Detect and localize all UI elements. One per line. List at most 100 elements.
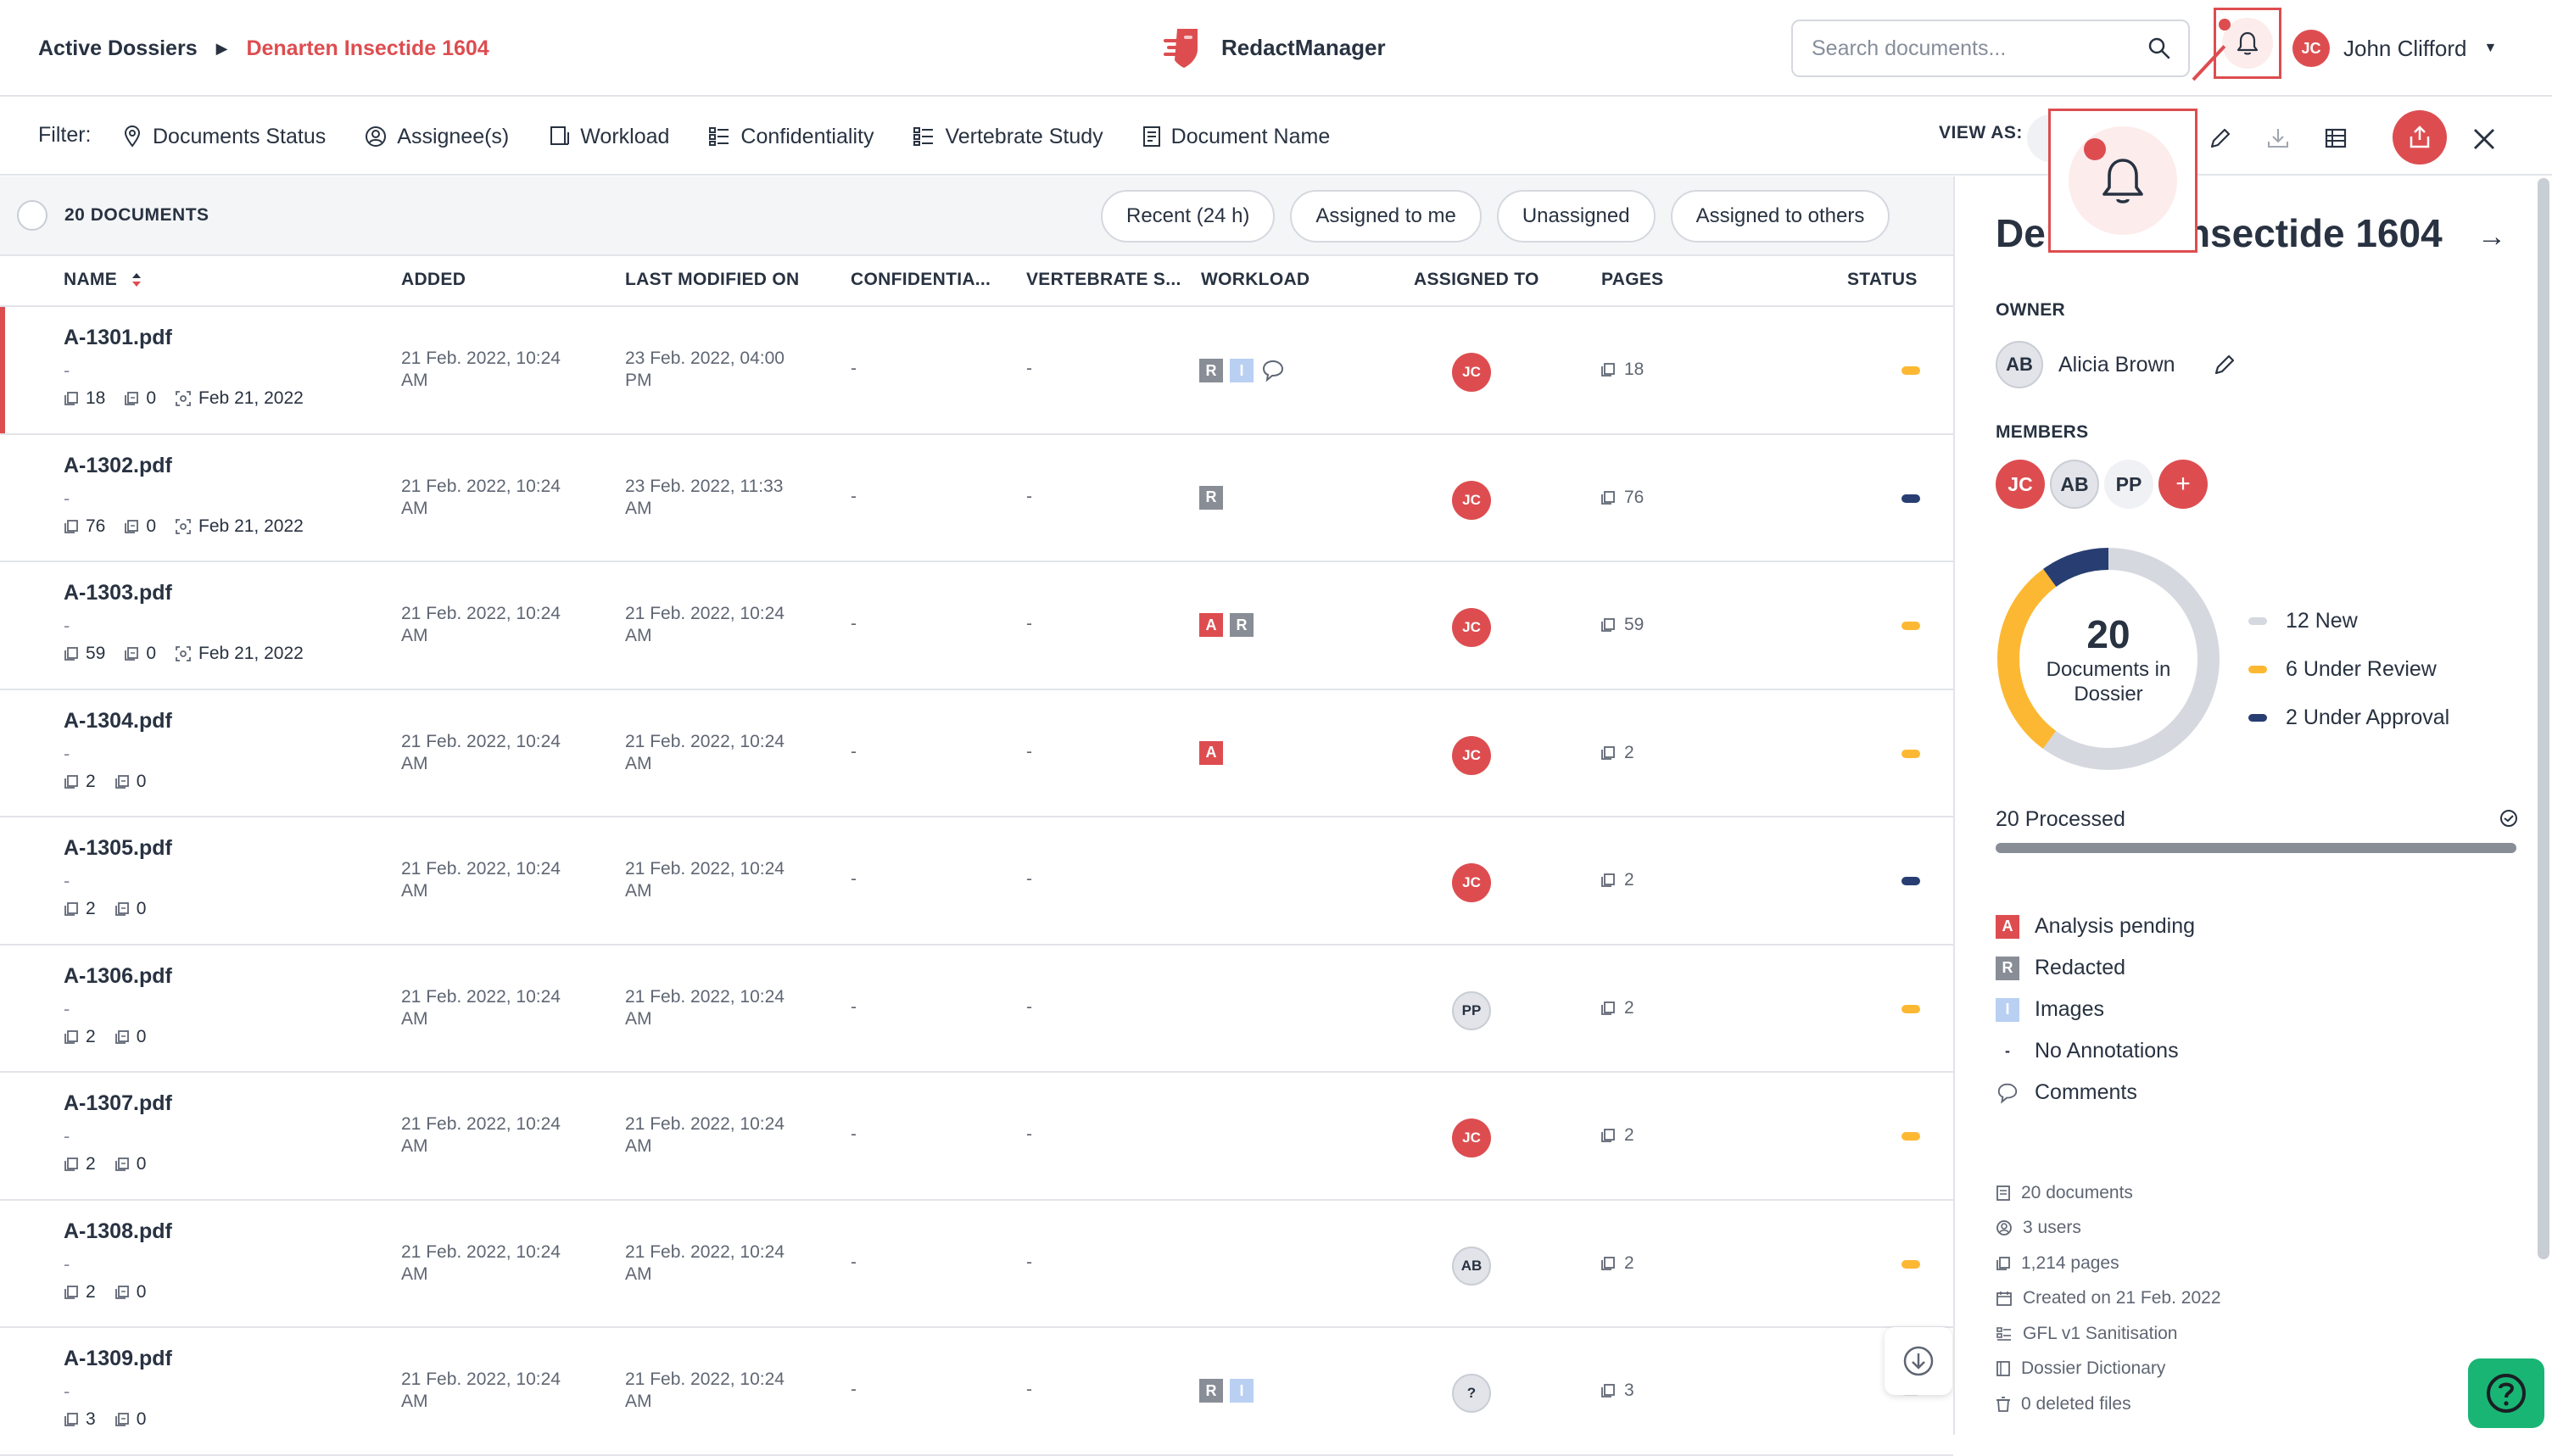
processed-label: 20 Processed xyxy=(1996,807,2125,831)
edit-button[interactable] xyxy=(2198,116,2242,160)
arrow-right-icon[interactable]: → xyxy=(2477,220,2506,254)
member-avatar[interactable]: JC xyxy=(1996,460,2045,509)
table-row[interactable]: A-1305.pdf - 2 0 21 Feb. 2022, 10:24 AM … xyxy=(0,817,1953,946)
assignee-avatar[interactable]: ? xyxy=(1452,1374,1491,1413)
brand-name: RedactManager xyxy=(1221,34,1386,60)
legend-item[interactable]: 12 New xyxy=(2248,597,2449,645)
notification-zoom-callout[interactable] xyxy=(2048,109,2197,253)
assignee-avatar[interactable]: JC xyxy=(1452,353,1491,392)
annotations-icon xyxy=(125,647,139,661)
column-name[interactable]: NAME xyxy=(64,270,142,290)
file-annotations: 0 xyxy=(136,1281,147,1302)
pencil-icon[interactable] xyxy=(2213,353,2236,377)
pages-cell: 2 xyxy=(1600,743,1634,763)
workload-legend-label: Images xyxy=(2035,997,2104,1021)
file-subtitle: - xyxy=(64,1125,70,1146)
file-name[interactable]: A-1301.pdf xyxy=(64,326,172,350)
filter-workload[interactable]: Workload xyxy=(548,118,669,155)
search-icon[interactable] xyxy=(2147,36,2171,60)
file-pages: 2 xyxy=(86,1281,96,1302)
export-icon xyxy=(2410,126,2430,148)
workload-legend-item: R Redacted xyxy=(1996,947,2195,989)
column-added[interactable]: ADDED xyxy=(401,270,466,290)
search-input[interactable] xyxy=(1810,35,2147,62)
file-name[interactable]: A-1303.pdf xyxy=(64,581,172,605)
filter-vertebrate-study[interactable]: Vertebrate Study xyxy=(913,118,1103,155)
quick-filter-recent[interactable]: Recent (24 h) xyxy=(1101,190,1276,243)
column-pages[interactable]: PAGES xyxy=(1601,270,1663,290)
filter-documents-status[interactable]: Documents Status xyxy=(122,118,326,155)
quick-filter-assigned-to-others[interactable]: Assigned to others xyxy=(1670,190,1890,243)
close-button[interactable] xyxy=(2462,117,2506,161)
scroll-down-button[interactable] xyxy=(1885,1327,1952,1395)
pages-icon xyxy=(64,647,78,661)
column-vertebrate-study[interactable]: VERTEBRATE S... xyxy=(1026,270,1181,290)
filter-confidentiality[interactable]: Confidentiality xyxy=(708,118,874,155)
legend-item[interactable]: 6 Under Review xyxy=(2248,645,2449,694)
file-name[interactable]: A-1307.pdf xyxy=(64,1091,172,1116)
filter-label: Filter: xyxy=(38,123,92,147)
table-row[interactable]: A-1308.pdf - 2 0 21 Feb. 2022, 10:24 AM … xyxy=(0,1201,1953,1328)
panel-scrollbar[interactable] xyxy=(2538,178,2549,1259)
column-last-modified[interactable]: LAST MODIFIED ON xyxy=(625,270,799,290)
list-icon xyxy=(913,127,934,146)
file-name[interactable]: A-1306.pdf xyxy=(64,964,172,989)
table-row[interactable]: A-1309.pdf - 3 0 21 Feb. 2022, 10:24 AM … xyxy=(0,1328,1953,1456)
workload-legend-label: Comments xyxy=(2035,1080,2137,1104)
breadcrumb-current-dossier[interactable]: Denarten Insectide 1604 xyxy=(246,36,489,61)
assignee-avatar[interactable]: JC xyxy=(1452,735,1491,775)
processed-progress-fill xyxy=(1996,843,2516,853)
confidentiality-value: - xyxy=(851,869,857,889)
assignee-avatar[interactable]: JC xyxy=(1452,480,1491,520)
assignee-avatar[interactable]: JC xyxy=(1452,1118,1491,1158)
table-row[interactable]: A-1302.pdf - 76 0 Feb 21, 2022 21 Feb. 2… xyxy=(0,435,1953,562)
legend-item[interactable]: 2 Under Approval xyxy=(2248,694,2449,742)
help-button[interactable] xyxy=(2468,1358,2544,1428)
file-name[interactable]: A-1308.pdf xyxy=(64,1219,172,1244)
filter-document-name[interactable]: Document Name xyxy=(1142,118,1330,155)
breadcrumb-active-dossiers[interactable]: Active Dossiers xyxy=(38,36,198,61)
table-row[interactable]: A-1307.pdf - 2 0 21 Feb. 2022, 10:24 AM … xyxy=(0,1073,1953,1201)
added-date: 21 Feb. 2022, 10:24 AM xyxy=(401,1370,561,1411)
brand[interactable]: RedactManager xyxy=(1160,22,1386,73)
member-avatar[interactable]: AB xyxy=(2050,460,2099,509)
filter-assignees[interactable]: Assignee(s) xyxy=(365,118,509,155)
quick-filter-unassigned[interactable]: Unassigned xyxy=(1496,190,1656,243)
download-button[interactable] xyxy=(2256,116,2300,160)
owner-label: OWNER xyxy=(1996,300,2065,320)
column-assigned-to[interactable]: ASSIGNED TO xyxy=(1414,270,1539,290)
select-all-checkbox[interactable] xyxy=(17,200,47,231)
column-confidentiality[interactable]: CONFIDENTIA... xyxy=(851,270,991,290)
assignee-avatar[interactable]: PP xyxy=(1452,990,1491,1030)
column-status[interactable]: STATUS xyxy=(1847,270,1918,290)
member-avatar[interactable]: PP xyxy=(2104,460,2153,509)
table-row[interactable]: A-1301.pdf - 18 0 Feb 21, 2022 21 Feb. 2… xyxy=(0,307,1953,435)
assignee-avatar[interactable]: AB xyxy=(1452,1246,1491,1286)
user-menu[interactable]: JC John Clifford ▼ xyxy=(2292,27,2497,70)
workload-cell: AR xyxy=(1199,613,1260,637)
table-row[interactable]: A-1304.pdf - 2 0 21 Feb. 2022, 10:24 AM … xyxy=(0,690,1953,817)
file-name[interactable]: A-1309.pdf xyxy=(64,1347,172,1371)
export-button[interactable] xyxy=(2393,110,2447,165)
add-member-button[interactable]: + xyxy=(2158,460,2208,509)
file-name[interactable]: A-1305.pdf xyxy=(64,836,172,861)
column-workload[interactable]: WORKLOAD xyxy=(1201,270,1310,290)
annotations-icon xyxy=(114,1029,129,1044)
pages-icon xyxy=(1601,745,1615,760)
workload-legend-item: I Images xyxy=(1996,989,2195,1030)
chevron-down-icon: ▼ xyxy=(2483,41,2498,55)
file-subtitle: - xyxy=(64,615,70,636)
file-name[interactable]: A-1302.pdf xyxy=(64,454,172,478)
confidentiality-value: - xyxy=(851,614,857,633)
donut-total: 20 xyxy=(2086,612,2130,656)
table-row[interactable]: A-1303.pdf - 59 0 Feb 21, 2022 21 Feb. 2… xyxy=(0,562,1953,690)
table-row[interactable]: A-1306.pdf - 2 0 21 Feb. 2022, 10:24 AM … xyxy=(0,946,1953,1073)
assignee-avatar[interactable]: JC xyxy=(1452,608,1491,647)
table-view-button[interactable] xyxy=(2314,116,2358,160)
status-indicator xyxy=(1901,622,1920,630)
quick-filter-assigned-to-me[interactable]: Assigned to me xyxy=(1290,190,1482,243)
file-meta: 3 0 xyxy=(64,1409,165,1430)
file-name[interactable]: A-1304.pdf xyxy=(64,709,172,734)
assignee-avatar[interactable]: JC xyxy=(1452,863,1491,902)
filter-vertebrate-study-label: Vertebrate Study xyxy=(945,124,1103,148)
